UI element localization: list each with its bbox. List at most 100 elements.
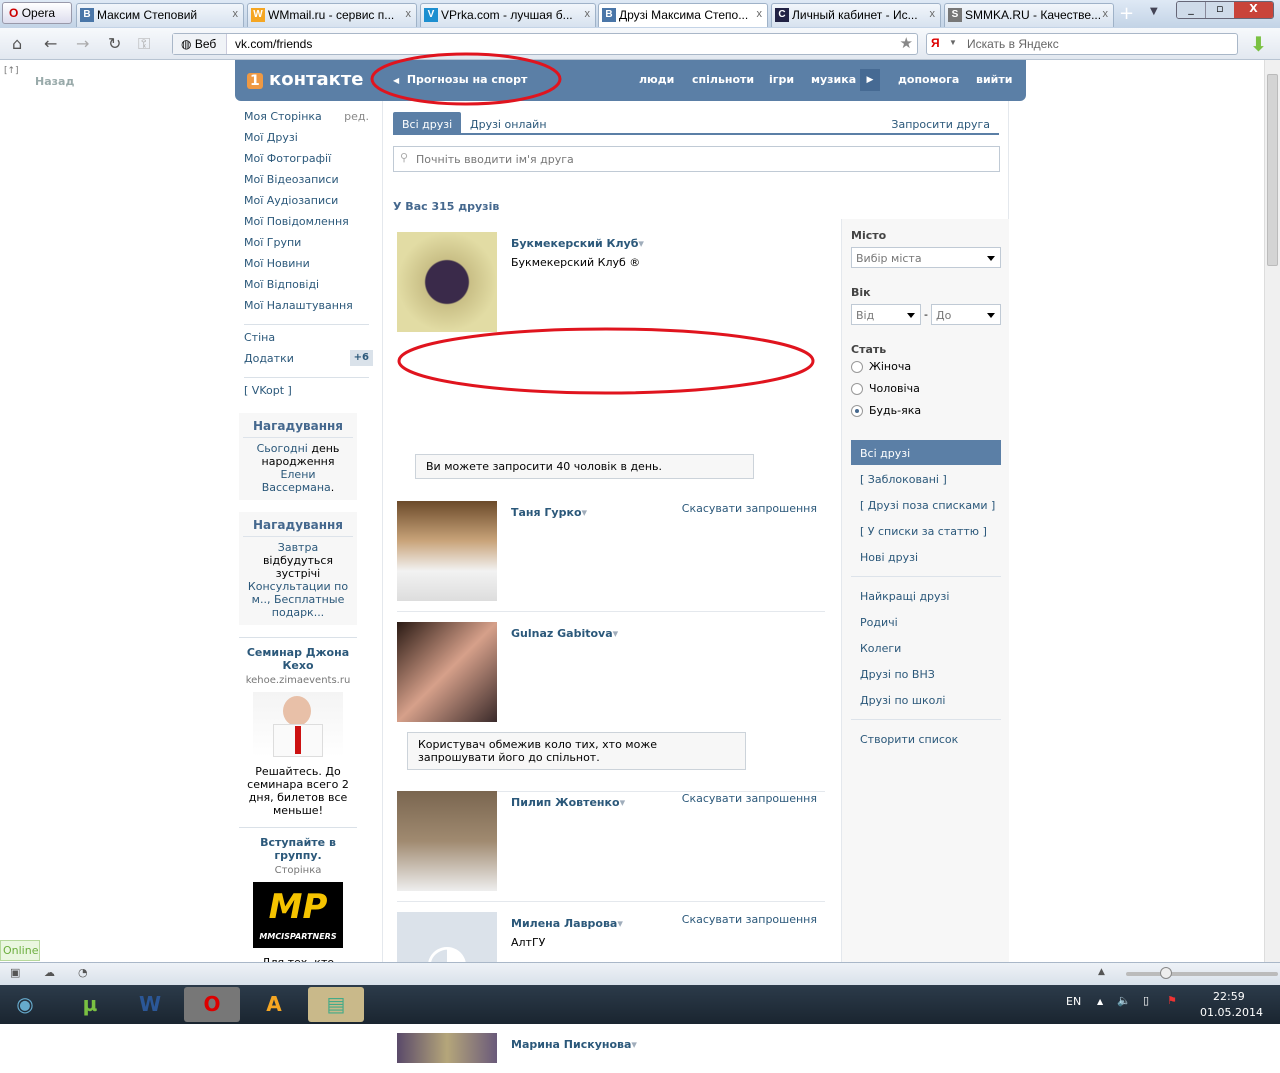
friend-avatar[interactable]	[397, 232, 497, 332]
friend-name[interactable]: Таня Гурко▾	[511, 506, 587, 519]
list-best-friends[interactable]: Найкращі друзі	[851, 583, 1001, 608]
key-icon[interactable]: ⚿	[138, 34, 150, 54]
dropdown-arrow-icon[interactable]: ▾	[620, 796, 626, 809]
menu-my-videos[interactable]: Мої Відеозаписи	[244, 173, 369, 194]
scroll-top-icon[interactable]: [↑]	[4, 66, 19, 76]
zoom-up-icon[interactable]: ▲	[1098, 967, 1105, 977]
friend-search-input[interactable]: ⚲ Почніть вводити ім'я друга	[393, 146, 1000, 172]
menu-my-friends[interactable]: Мої Друзі	[244, 131, 369, 152]
aimp-icon[interactable]: A	[246, 987, 302, 1022]
list-colleagues[interactable]: Колеги	[851, 635, 1001, 660]
invite-friend-link[interactable]: Запросити друга	[882, 112, 999, 135]
cancel-request-link[interactable]: Скасувати запрошення	[682, 502, 817, 515]
list-university[interactable]: Друзі по ВНЗ	[851, 661, 1001, 686]
tray-expand-icon[interactable]: ▲	[1097, 997, 1103, 1006]
minimize-button[interactable]: _	[1177, 2, 1205, 18]
reload-icon[interactable]: ↻	[108, 34, 121, 53]
friend-avatar[interactable]	[397, 622, 497, 722]
create-list-link[interactable]: Створити список	[851, 726, 1001, 751]
new-tab-icon[interactable]: +	[1119, 3, 1134, 24]
speed-dial-icon[interactable]: ◔	[78, 966, 88, 979]
clock-date[interactable]: 01.05.2014	[1200, 1006, 1263, 1019]
list-new-friends[interactable]: Нові друзі	[851, 544, 1001, 569]
dropdown-arrow-icon[interactable]: ▼	[949, 38, 957, 47]
opera-menu-button[interactable]: O Opera	[2, 2, 72, 24]
dropdown-arrow-icon[interactable]: ▾	[638, 237, 644, 250]
back-link[interactable]: Назад	[35, 75, 74, 88]
tab-list-icon[interactable]: ▼	[1150, 6, 1158, 17]
menu-my-news[interactable]: Мої Новини	[244, 257, 369, 278]
list-school[interactable]: Друзі по школі	[851, 687, 1001, 712]
friend-name[interactable]: Gulnaz Gabitova▾	[511, 627, 618, 640]
radio-female[interactable]: Жіноча	[851, 360, 911, 373]
menu-my-page[interactable]: Моя Сторінка ред.	[244, 110, 369, 131]
list-unlisted[interactable]: [ Друзі поза списками ]	[851, 492, 1001, 517]
menu-my-answers[interactable]: Мої Відповіді	[244, 278, 369, 299]
friend-name[interactable]: Милена Лаврова▾	[511, 917, 623, 930]
menu-wall[interactable]: Стіна	[244, 331, 369, 352]
start-button-icon[interactable]: ◉	[2, 987, 48, 1022]
age-from-select[interactable]: Від	[851, 304, 921, 325]
menu-my-audio[interactable]: Мої Аудіозаписи	[244, 194, 369, 215]
volume-icon[interactable]: 🔈	[1117, 994, 1131, 1007]
address-bar[interactable]: ◍ Веб vk.com/friends ★	[172, 33, 918, 55]
friend-name[interactable]: Букмекерский Клуб▾	[511, 237, 644, 250]
nav-games[interactable]: ігри	[769, 73, 794, 86]
nav-communities[interactable]: спільноти	[692, 73, 754, 86]
page-scrollbar[interactable]	[1264, 60, 1280, 962]
list-relatives[interactable]: Родичі	[851, 609, 1001, 634]
explorer-icon[interactable]: ▤	[308, 987, 364, 1022]
close-tab-icon[interactable]: x	[1103, 8, 1109, 20]
friend-avatar[interactable]	[397, 1033, 497, 1063]
browser-tab[interactable]: W WMmail.ru - сервис п... x	[247, 3, 417, 27]
language-indicator[interactable]: EN	[1066, 995, 1081, 1008]
dropdown-arrow-icon[interactable]: ▾	[617, 917, 623, 930]
utorrent-icon[interactable]: µ	[62, 987, 118, 1022]
browser-tab[interactable]: B Максим Степовий x	[76, 3, 244, 27]
zoom-slider[interactable]	[1126, 967, 1278, 979]
friend-name[interactable]: Марина Пискунова▾	[511, 1038, 637, 1051]
tab-all-friends[interactable]: Всі друзі	[393, 112, 462, 135]
cloud-icon[interactable]: ☁	[44, 966, 55, 979]
zoom-slider-handle[interactable]	[1160, 967, 1172, 979]
dropdown-arrow-icon[interactable]: ▾	[613, 627, 619, 640]
nav-help[interactable]: допомога	[898, 73, 959, 86]
flag-alert-icon[interactable]: ⚑	[1167, 994, 1177, 1007]
reminder-link[interactable]: Сьогодні	[257, 442, 308, 455]
browser-tab[interactable]: S SMMKA.RU - Качестве... x	[944, 3, 1114, 27]
tab-friends-online[interactable]: Друзі онлайн	[461, 112, 556, 135]
panel-toggle-icon[interactable]: ▣	[10, 966, 20, 979]
bookmark-star-icon[interactable]: ★	[900, 34, 913, 52]
age-to-select[interactable]: До	[931, 304, 1001, 325]
menu-my-groups[interactable]: Мої Групи	[244, 236, 369, 257]
friend-avatar[interactable]	[397, 791, 497, 891]
dropdown-arrow-icon[interactable]: ▾	[631, 1038, 637, 1051]
menu-my-settings[interactable]: Мої Налаштування	[244, 299, 369, 320]
ad-seminar[interactable]: Семинар Джона Кехо kehoe.zimaevents.ru Р…	[239, 637, 357, 817]
back-to-community-link[interactable]: ◀ Прогнозы на спорт	[393, 73, 527, 86]
forward-arrow-icon[interactable]: →	[76, 34, 89, 53]
music-play-icon[interactable]: ▶	[860, 69, 880, 91]
event-link[interactable]: Бесплатные подарк...	[272, 593, 345, 619]
dropdown-arrow-icon[interactable]: ▾	[582, 506, 588, 519]
radio-any[interactable]: Будь-яка	[851, 404, 921, 417]
friend-name[interactable]: Пилип Жовтенко▾	[511, 796, 625, 809]
friend-avatar[interactable]	[397, 501, 497, 601]
reminder-person-link[interactable]: Елени Вассермана	[262, 468, 331, 494]
cancel-request-link[interactable]: Скасувати запрошення	[682, 913, 817, 926]
vk-logo[interactable]: 1 контакте	[247, 69, 364, 90]
close-window-button[interactable]: X	[1233, 2, 1273, 18]
list-all-friends[interactable]: Всі друзі	[851, 440, 1001, 465]
clock-time[interactable]: 22:59	[1213, 990, 1245, 1003]
city-select[interactable]: Вибір міста	[851, 247, 1001, 268]
list-by-sex[interactable]: [ У списки за статтю ]	[851, 518, 1001, 543]
word-icon[interactable]: W	[122, 987, 178, 1022]
close-tab-icon[interactable]: x	[930, 8, 936, 20]
close-tab-icon[interactable]: x	[233, 8, 239, 20]
cancel-request-link[interactable]: Скасувати запрошення	[682, 792, 817, 805]
scrollbar-thumb[interactable]	[1267, 74, 1278, 266]
browser-tab-active[interactable]: B Друзі Максима Степо... x	[598, 3, 768, 27]
menu-vkopt[interactable]: [ VKopt ]	[244, 384, 369, 405]
browser-tab[interactable]: C Личный кабинет - Ис... x	[771, 3, 941, 27]
download-icon[interactable]: ⬇	[1250, 32, 1267, 56]
